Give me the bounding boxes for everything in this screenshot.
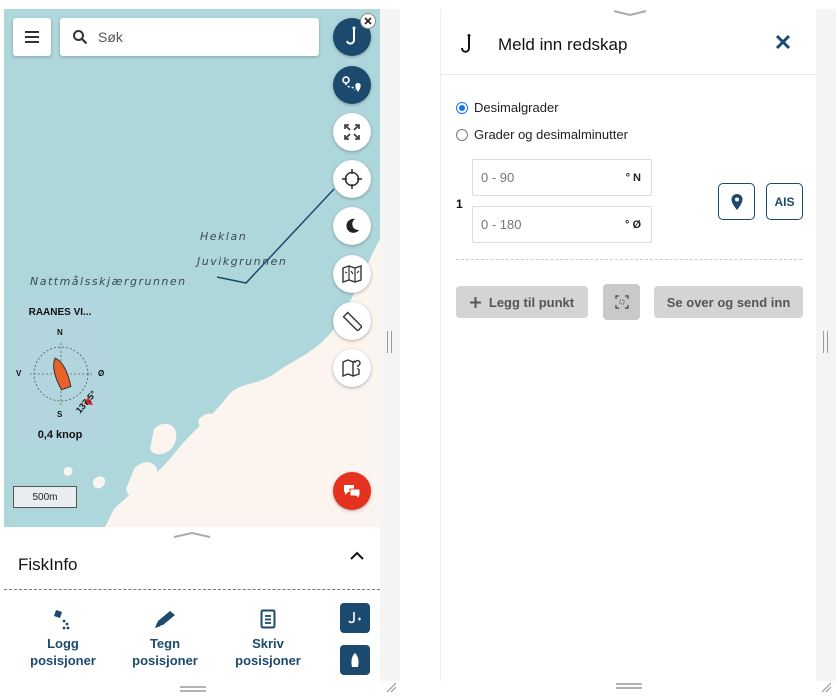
map-panel: Heklan Juvikgrunnen Nattmålsskjærgrunnen… xyxy=(4,9,380,681)
latitude-field[interactable]: ° N xyxy=(472,159,652,196)
draw-positions-line2: posisjoner xyxy=(132,653,198,668)
latitude-unit: ° N xyxy=(625,171,641,184)
menu-button[interactable] xyxy=(13,18,51,56)
radio-decimal-degrees[interactable]: Desimalgrader xyxy=(456,100,559,115)
search-input[interactable] xyxy=(98,29,298,45)
latitude-input[interactable] xyxy=(481,170,601,185)
vessel-speed: 0,4 knop xyxy=(37,429,83,441)
scale-bar: 500m xyxy=(13,486,77,508)
longitude-field[interactable]: ° Ø xyxy=(472,206,652,243)
write-positions-button[interactable]: Skriv posisjoner xyxy=(223,607,313,669)
chevron-up-icon[interactable] xyxy=(350,551,364,561)
vessel-compass-widget[interactable]: RAANES VI... N S V Ø 137,5° 0,4 knop xyxy=(11,297,109,447)
hook-icon xyxy=(461,34,471,53)
add-point-label: Legg til punkt xyxy=(488,294,575,310)
document-icon xyxy=(260,609,276,629)
vessel-button[interactable] xyxy=(340,645,370,675)
map-label-heklan: Heklan xyxy=(200,230,248,243)
draw-positions-line1: Tegn xyxy=(149,636,181,651)
crosshair-icon xyxy=(342,169,362,189)
map-label-nattmalsskjaergrunnen: Nattmålsskjærgrunnen xyxy=(30,275,187,288)
radio-button[interactable] xyxy=(456,128,468,141)
vessel-marker xyxy=(53,357,72,391)
log-positions-button[interactable]: Logg posisjoner xyxy=(18,607,108,669)
search-icon xyxy=(73,30,88,45)
hook-icon xyxy=(348,612,361,624)
splitter-grip-icon[interactable] xyxy=(387,331,392,353)
compass-east: Ø xyxy=(98,369,105,378)
close-icon xyxy=(364,17,372,25)
compass-west: V xyxy=(16,369,22,378)
map-info-button[interactable] xyxy=(333,349,371,387)
write-positions-line2: posisjoner xyxy=(235,653,301,668)
radio-degrees-decimal-minutes[interactable]: Grader og desimalminutter xyxy=(456,127,628,142)
chat-icon xyxy=(344,485,361,499)
left-splitter[interactable] xyxy=(380,9,400,681)
boat-icon xyxy=(351,653,359,667)
compass-north: N xyxy=(57,328,63,337)
map-layers-icon xyxy=(342,265,362,283)
log-positions-icon xyxy=(54,610,70,630)
longitude-unit: ° Ø xyxy=(624,218,641,231)
ruler-icon xyxy=(342,311,362,331)
map-canvas[interactable] xyxy=(4,9,380,529)
fit-extent-icon xyxy=(614,295,629,309)
write-positions-line1: Skriv xyxy=(252,636,284,651)
drag-handle-icon[interactable] xyxy=(172,531,212,539)
right-splitter[interactable] xyxy=(816,9,836,681)
resize-corner-icon[interactable] xyxy=(385,681,397,693)
pencil-icon xyxy=(155,611,175,628)
panel-divider xyxy=(4,589,380,590)
radio-label: Desimalgrader xyxy=(474,100,559,115)
zoom-to-points-button[interactable] xyxy=(603,284,640,320)
locate-button[interactable] xyxy=(333,160,371,198)
add-point-button[interactable]: Legg til punkt xyxy=(456,286,588,318)
review-send-button[interactable]: Se over og send inn xyxy=(654,286,803,318)
section-divider xyxy=(456,259,802,260)
night-mode-button[interactable] xyxy=(333,207,371,245)
draw-positions-button[interactable]: Tegn posisjoner xyxy=(120,607,210,669)
ais-button[interactable]: AIS xyxy=(766,183,803,220)
log-positions-line2: posisjoner xyxy=(30,653,96,668)
map-label-juvikgrunnen: Juvikgrunnen xyxy=(197,255,288,268)
longitude-input[interactable] xyxy=(481,217,601,232)
hook-icon xyxy=(346,26,356,45)
route-icon xyxy=(342,76,361,92)
map-layers-button[interactable] xyxy=(333,255,371,293)
search-bar[interactable] xyxy=(60,18,319,56)
compass-south: S xyxy=(57,410,63,419)
gear-report-panel: Meld inn redskap Desimalgrader Grader og… xyxy=(440,9,817,681)
fiskinfo-panel: FiskInfo Logg posisjoner Tegn posisjoner… xyxy=(4,527,380,681)
drag-handle-icon[interactable] xyxy=(612,9,648,17)
map-question-icon xyxy=(342,359,361,377)
panel-header: Meld inn redskap xyxy=(441,9,817,75)
chat-button[interactable] xyxy=(333,472,371,510)
radio-label: Grader og desimalminutter xyxy=(474,127,628,142)
review-send-label: Se over og send inn xyxy=(666,294,791,310)
measure-button[interactable] xyxy=(333,302,371,340)
fullscreen-button[interactable] xyxy=(333,113,371,151)
gear-report-button[interactable] xyxy=(340,603,370,633)
splitter-grip-icon[interactable] xyxy=(823,331,828,353)
point-number: 1 xyxy=(456,197,463,211)
fullscreen-icon xyxy=(344,124,360,140)
plus-icon xyxy=(469,296,481,308)
route-button[interactable] xyxy=(333,66,371,104)
log-positions-line1: Logg xyxy=(47,636,79,651)
pick-on-map-button[interactable] xyxy=(718,183,755,220)
radio-button-selected[interactable] xyxy=(456,101,468,114)
map-pin-icon xyxy=(731,193,742,210)
bottom-grip-icon[interactable] xyxy=(616,683,642,689)
bottom-grip-icon[interactable] xyxy=(180,686,206,692)
menu-icon xyxy=(25,31,39,43)
panel-title: FiskInfo xyxy=(18,555,78,574)
panel-title: Meld inn redskap xyxy=(498,35,628,54)
moon-icon xyxy=(346,218,359,233)
close-icon[interactable] xyxy=(775,34,791,50)
resize-corner-icon[interactable] xyxy=(820,681,832,693)
vessel-name: RAANES VI... xyxy=(28,307,92,318)
close-tool-button[interactable] xyxy=(360,13,376,29)
